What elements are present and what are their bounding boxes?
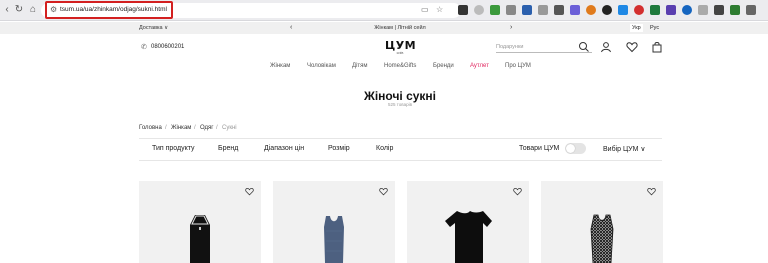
page-title: Жіночі сукні	[363, 89, 437, 103]
product-card[interactable]	[541, 181, 663, 263]
extension-icon[interactable]	[714, 5, 724, 15]
extension-icon[interactable]	[634, 5, 644, 15]
extension-icon[interactable]	[570, 5, 580, 15]
chevron-left-icon[interactable]: ‹	[290, 22, 292, 34]
nav-item-home-gifts[interactable]: Home&Gifts	[384, 63, 416, 69]
breadcrumb-current: Сукні	[222, 125, 237, 131]
extension-icon[interactable]	[698, 5, 708, 15]
nav-item-women[interactable]: Жінкам	[270, 63, 290, 69]
divider	[139, 160, 662, 161]
filter-brand[interactable]: Бренд	[218, 145, 238, 152]
lang-ua[interactable]: Укр	[630, 24, 643, 32]
nav-item-brands[interactable]: Бренди	[433, 63, 454, 69]
filter-price-range[interactable]: Діапазон цін	[264, 145, 304, 152]
black-halter-tank-dress-icon	[190, 215, 210, 263]
extension-icon[interactable]	[650, 5, 660, 15]
heart-icon[interactable]	[626, 41, 638, 53]
breadcrumb-separator: /	[165, 125, 167, 131]
sort-dropdown[interactable]: Вибір ЦУМ ∨	[603, 145, 646, 153]
breadcrumb-item[interactable]: Одяг	[200, 125, 213, 131]
lang-ru[interactable]: Рус	[648, 24, 661, 32]
site-info-icon[interactable]: ⚙	[50, 6, 57, 14]
url-text[interactable]: tsum.ua/ua/zhinkam/odjag/sukni.html	[60, 6, 167, 14]
tsum-goods-label: Товари ЦУМ	[519, 145, 560, 152]
chevron-right-icon[interactable]: ›	[510, 22, 512, 34]
tsum-goods-toggle[interactable]	[565, 143, 586, 154]
logo-subtitle: КИЇВ	[396, 51, 404, 55]
breadcrumb-item[interactable]: Жінкам	[171, 125, 191, 131]
black-crochet-dress-icon	[590, 214, 614, 263]
extension-icon[interactable]	[618, 5, 628, 15]
extension-icon[interactable]	[602, 5, 612, 15]
product-card[interactable]	[273, 181, 395, 263]
extension-icon[interactable]	[522, 5, 532, 15]
cart-icon[interactable]	[651, 41, 663, 53]
breadcrumb-separator: /	[194, 125, 196, 131]
nav-item-outlet[interactable]: Аутлет	[470, 63, 489, 69]
extension-icon[interactable]	[506, 5, 516, 15]
phone-icon: ✆	[141, 44, 147, 51]
filter-size[interactable]: Розмір	[328, 145, 350, 152]
extension-icon[interactable]	[458, 5, 468, 15]
nav-item-kids[interactable]: Дітям	[352, 63, 368, 69]
back-icon[interactable]: ‹	[1, 4, 13, 16]
filter-color[interactable]: Колір	[376, 145, 393, 152]
divider	[139, 138, 662, 139]
bookmark-star-icon[interactable]: ☆	[436, 6, 443, 14]
reload-icon[interactable]: ↻	[13, 4, 25, 16]
delivery-dropdown[interactable]: Доставка ∨	[139, 22, 168, 34]
product-count: 525 товарів	[387, 102, 412, 107]
breadcrumb-item[interactable]: Головна	[139, 125, 162, 131]
product-card[interactable]	[139, 181, 261, 263]
toggle-knob	[566, 144, 575, 153]
browser-toolbar: ‹ ↻ ⌂ ⚙ tsum.ua/ua/zhinkam/odjag/sukni.h…	[0, 0, 768, 21]
nav-item-about[interactable]: Про ЦУМ	[505, 63, 531, 69]
extension-icon[interactable]	[538, 5, 548, 15]
search-icon[interactable]	[578, 41, 590, 53]
extension-icon[interactable]	[682, 5, 692, 15]
user-icon[interactable]	[600, 41, 612, 53]
phone-number[interactable]: 0800600201	[151, 44, 184, 50]
breadcrumb-separator: /	[216, 125, 218, 131]
extension-icon[interactable]	[730, 5, 740, 15]
cast-icon[interactable]: ▭	[421, 6, 429, 14]
product-card[interactable]	[407, 181, 529, 263]
puzzle-icon[interactable]	[746, 5, 756, 15]
home-icon[interactable]: ⌂	[27, 4, 39, 16]
extension-icon[interactable]	[554, 5, 564, 15]
extension-icon[interactable]	[666, 5, 676, 15]
extension-icon[interactable]	[490, 5, 500, 15]
black-tshirt-dress-icon	[445, 211, 492, 263]
blue-knit-tank-dress-icon	[324, 216, 344, 263]
promo-text[interactable]: Жінкам | Літній сейл	[370, 22, 430, 34]
extension-icon[interactable]	[474, 5, 484, 15]
nav-item-men[interactable]: Чоловікам	[307, 63, 336, 69]
filter-product-type[interactable]: Тип продукту	[152, 145, 195, 152]
extension-icon[interactable]	[586, 5, 596, 15]
